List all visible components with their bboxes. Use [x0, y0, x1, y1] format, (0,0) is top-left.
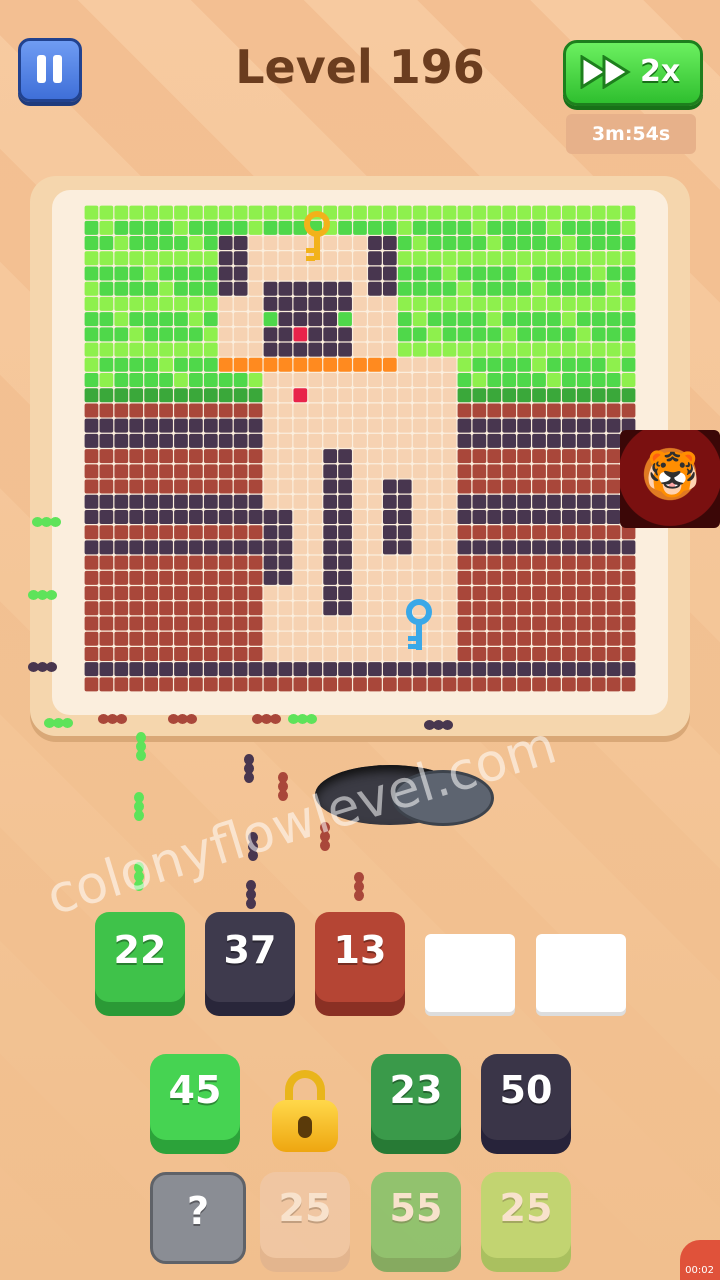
gold-key-icon	[304, 211, 330, 261]
speed-label: 2x	[640, 54, 681, 89]
ant-icon	[134, 732, 148, 762]
ant-icon	[132, 792, 146, 822]
ant-icon	[252, 712, 282, 726]
mystery-block[interactable]: ?	[150, 1172, 246, 1264]
ant-icon	[242, 754, 256, 784]
colony-block-25-cream[interactable]: 25	[260, 1172, 350, 1258]
ant-icon	[32, 515, 62, 529]
ant-icon	[352, 872, 366, 902]
ant-icon	[28, 660, 58, 674]
ant-icon	[424, 718, 454, 732]
level-title: Level 196	[235, 40, 485, 94]
colony-block-55[interactable]: 55	[371, 1172, 461, 1258]
record-time: 00:02	[685, 1265, 714, 1276]
pixel-art-grid	[84, 205, 636, 692]
question-mark-icon: ?	[186, 1189, 210, 1233]
colony-block-23[interactable]: 23	[371, 1054, 461, 1140]
ant-icon	[288, 712, 318, 726]
colony-block-25-lime[interactable]: 25	[481, 1172, 571, 1258]
queue-slot-5-empty	[536, 934, 626, 1012]
lock-icon[interactable]	[272, 1070, 338, 1152]
fast-forward-icon	[580, 55, 631, 89]
ant-icon	[168, 712, 198, 726]
level-timer: 3m:54s	[566, 114, 696, 154]
queue-slot-1: 22	[95, 912, 185, 1002]
queue-slot-3: 13	[315, 912, 405, 1002]
tiger-avatar: 🐯	[620, 430, 720, 528]
pause-button[interactable]	[18, 38, 82, 102]
ant-icon	[28, 588, 58, 602]
ant-icon	[44, 716, 74, 730]
blue-key-icon	[406, 599, 432, 650]
colony-block-50[interactable]: 50	[481, 1054, 571, 1140]
queue-slot-2: 37	[205, 912, 295, 1002]
queue-slot-4-empty	[425, 934, 515, 1012]
ant-icon	[244, 880, 258, 910]
ant-icon	[98, 712, 128, 726]
speed-2x-button[interactable]: 2x	[563, 40, 703, 106]
colony-block-45[interactable]: 45	[150, 1054, 240, 1140]
pause-icon	[37, 55, 46, 83]
